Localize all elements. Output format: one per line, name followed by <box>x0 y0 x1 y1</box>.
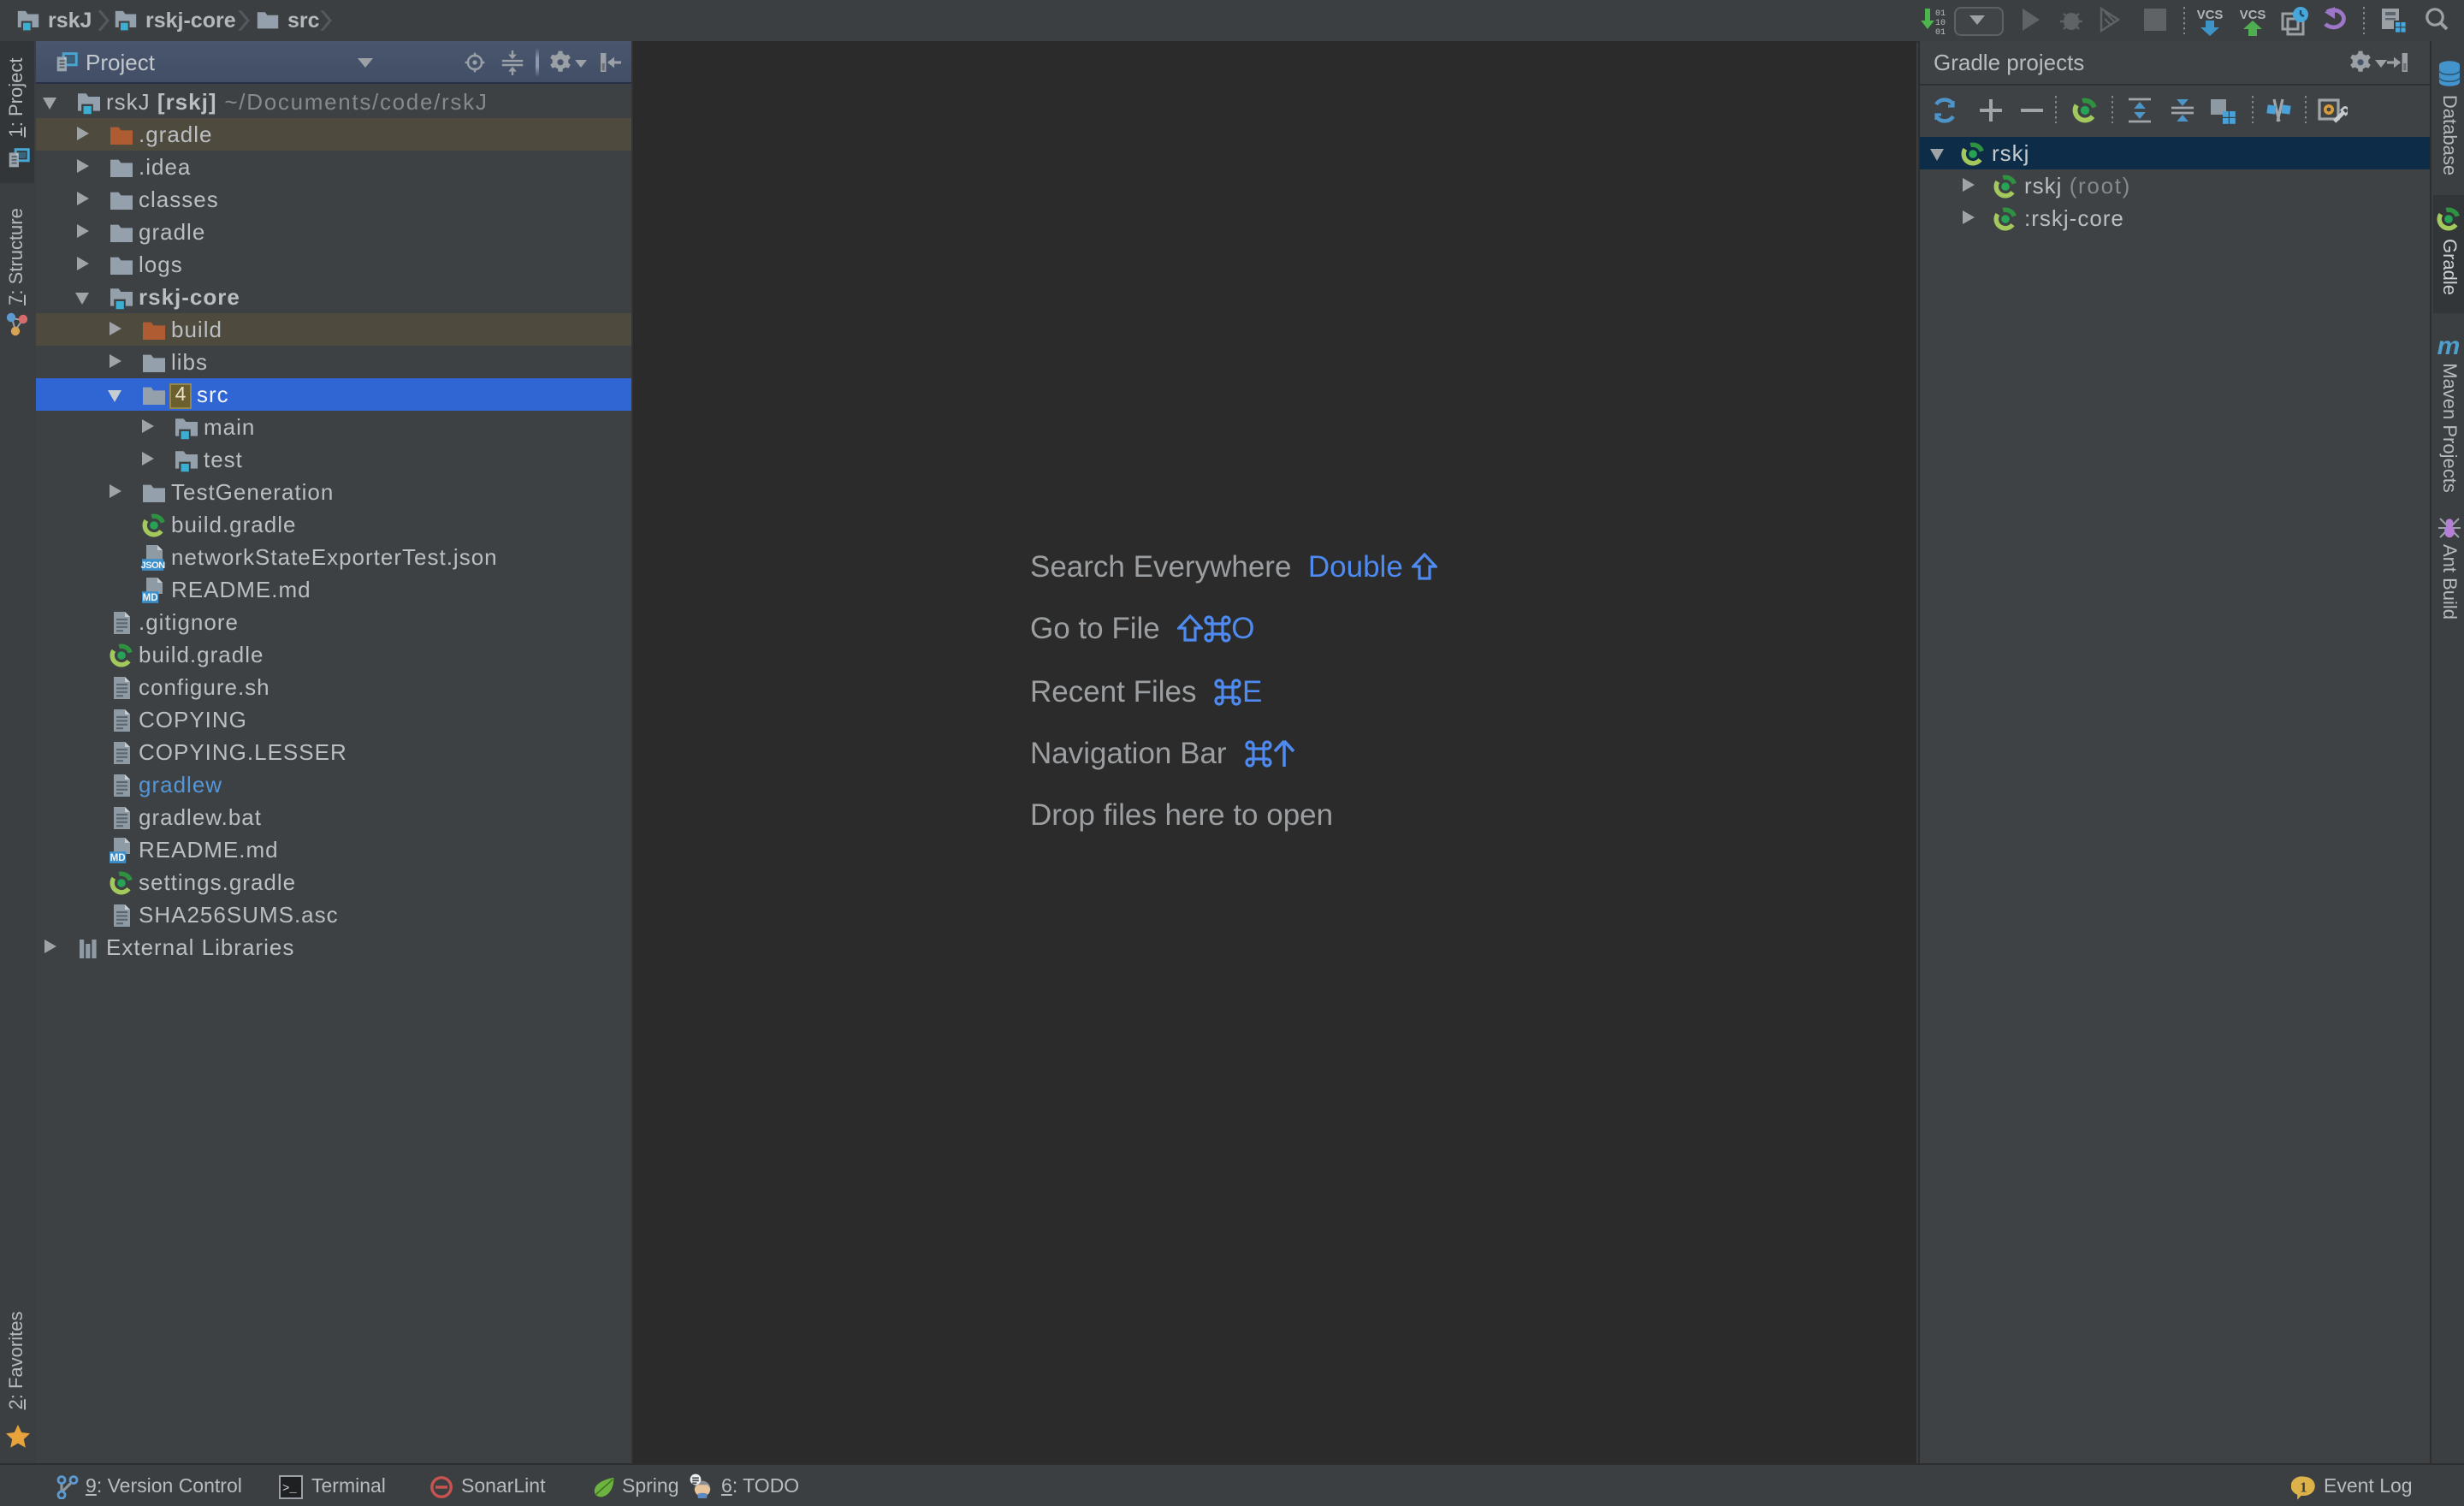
svg-text:>_: >_ <box>282 1482 297 1496</box>
svg-text:01: 01 <box>1935 28 1946 36</box>
svg-text:10: 10 <box>1935 19 1946 28</box>
svg-text:1: 1 <box>2300 1479 2307 1495</box>
svg-text:VCS: VCS <box>2240 8 2266 22</box>
svg-text:VCS: VCS <box>2197 8 2224 22</box>
svg-text:01: 01 <box>1935 9 1946 19</box>
